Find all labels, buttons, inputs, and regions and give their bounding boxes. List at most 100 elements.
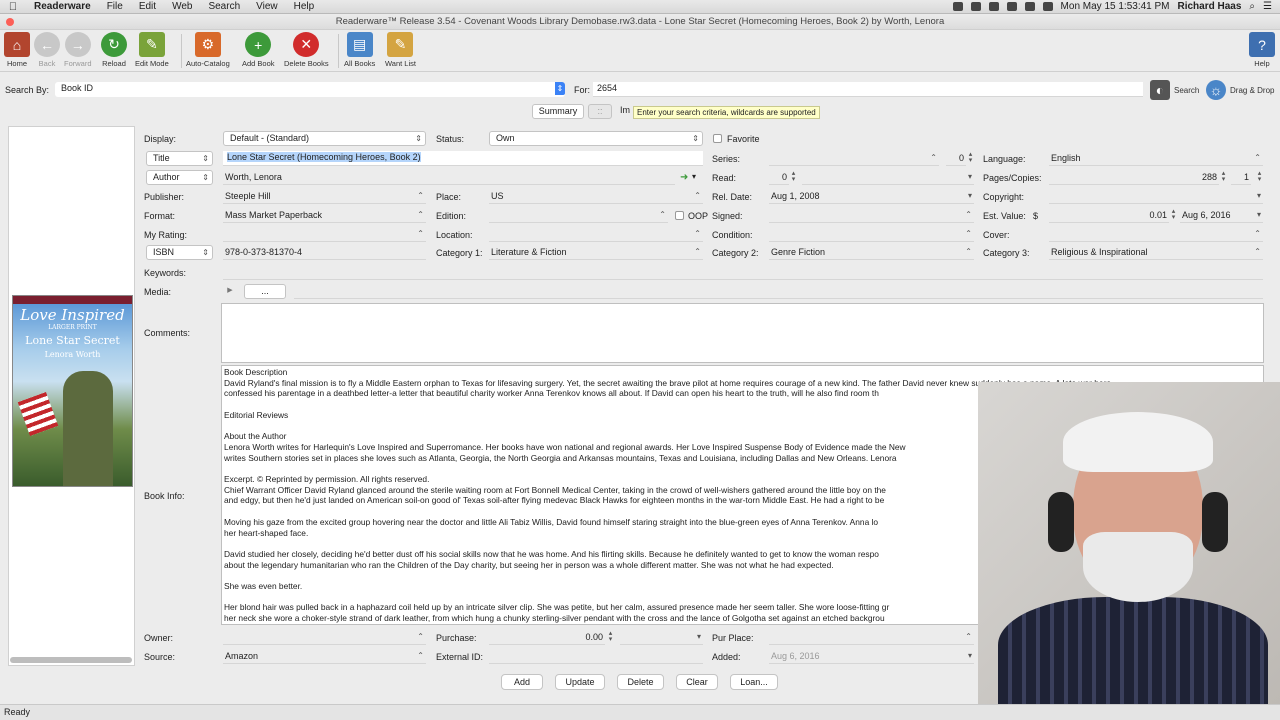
tab-separator[interactable]: :: — [588, 104, 612, 119]
status-icon[interactable] — [970, 2, 981, 11]
copyright-select[interactable] — [1049, 189, 1263, 204]
isbn-input[interactable]: 978-0-373-81370-4 — [223, 245, 426, 260]
status-select[interactable]: Own — [489, 131, 703, 146]
menu-view[interactable]: View — [248, 1, 286, 12]
media-path-input[interactable] — [294, 284, 1263, 299]
copies-stepper[interactable]: ▴ ▾ — [1256, 170, 1263, 184]
isbn-field-select[interactable]: ISBN — [146, 245, 213, 260]
location-select[interactable] — [489, 227, 703, 242]
source-label: Source: — [144, 652, 176, 662]
reldate-select[interactable]: Aug 1, 2008 — [769, 189, 974, 204]
keywords-input[interactable] — [223, 265, 1263, 280]
update-button[interactable]: Update — [555, 674, 605, 690]
category2-select[interactable]: Genre Fiction — [769, 245, 974, 260]
search-input[interactable]: 2654 — [593, 82, 1143, 97]
extid-input[interactable] — [489, 649, 703, 664]
status-icon[interactable] — [1006, 2, 1017, 11]
search-for-label: For: — [574, 85, 591, 95]
purchase-date-select[interactable] — [620, 630, 703, 645]
menu-search[interactable]: Search — [200, 1, 248, 12]
delete-books-button[interactable]: ✕ Delete Books — [284, 32, 329, 68]
pages-stepper[interactable]: ▴ ▾ — [1220, 170, 1227, 184]
menu-app[interactable]: Readerware — [26, 1, 99, 12]
status-icon[interactable] — [952, 2, 963, 11]
horizontal-scrollbar[interactable] — [10, 657, 132, 663]
author-lookup-icon[interactable]: ➜ — [680, 172, 688, 183]
status-icon[interactable] — [988, 2, 999, 11]
forward-button[interactable]: → Forward — [64, 32, 92, 68]
menu-file[interactable]: File — [99, 1, 131, 12]
read-count[interactable]: 0 — [769, 170, 789, 185]
language-select[interactable]: English — [1049, 151, 1263, 166]
edit-mode-button[interactable]: ✎ Edit Mode — [135, 32, 169, 68]
author-field-select[interactable]: Author — [146, 170, 213, 185]
category1-select[interactable]: Literature & Fiction — [489, 245, 703, 260]
menu-help[interactable]: Help — [286, 1, 323, 12]
purplace-select[interactable] — [769, 630, 974, 645]
battery-icon[interactable] — [1042, 2, 1053, 11]
signed-select[interactable] — [769, 208, 974, 223]
category3-select[interactable]: Religious & Inspirational — [1049, 245, 1263, 260]
source-select[interactable]: Amazon — [223, 649, 426, 664]
menu-web[interactable]: Web — [164, 1, 200, 12]
owner-select[interactable] — [223, 630, 426, 645]
reload-button[interactable]: ↻ Reload — [101, 32, 127, 68]
menu-list-icon[interactable]: ☰ — [1263, 1, 1272, 12]
publisher-select[interactable]: Steeple Hill — [223, 189, 426, 204]
auto-catalog-button[interactable]: ⚙ Auto-Catalog — [186, 32, 230, 68]
globe-icon: ☼ — [1206, 80, 1226, 100]
binoculars-icon: ◐ — [1150, 80, 1170, 100]
search-button[interactable]: ◐ Search — [1150, 80, 1199, 100]
series-select[interactable] — [769, 151, 939, 166]
play-icon[interactable]: ▶ — [223, 284, 237, 299]
title-input[interactable]: Lone Star Secret (Homecoming Heroes, Boo… — [223, 151, 703, 166]
add-button[interactable]: Add — [501, 674, 543, 690]
home-button[interactable]: ⌂ Home — [4, 32, 30, 68]
wifi-icon[interactable] — [1024, 2, 1035, 11]
purchase-stepper[interactable]: ▴ ▾ — [607, 630, 614, 644]
media-browse-button[interactable]: ... — [244, 284, 286, 299]
search-by-select[interactable]: Book ID — [55, 82, 565, 97]
comments-textarea[interactable] — [221, 303, 1264, 363]
estvalue-date-select[interactable]: Aug 6, 2016 — [1180, 208, 1263, 223]
loan-button[interactable]: Loan... — [730, 674, 778, 690]
purchase-input[interactable]: 0.00 — [489, 630, 605, 645]
tab-summary[interactable]: Summary — [532, 104, 584, 119]
edition-select[interactable] — [489, 208, 668, 223]
favorite-checkbox[interactable] — [713, 134, 722, 143]
menu-edit[interactable]: Edit — [131, 1, 164, 12]
want-list-button[interactable]: ✎ Want List — [385, 32, 416, 68]
series-number[interactable]: 0 — [946, 151, 966, 166]
close-icon[interactable] — [6, 18, 14, 26]
format-select[interactable]: Mass Market Paperback — [223, 208, 426, 223]
read-stepper[interactable]: ▴ ▾ — [790, 170, 797, 184]
condition-select[interactable] — [769, 227, 974, 242]
series-stepper[interactable]: ▴ ▾ — [967, 151, 974, 165]
estvalue-stepper[interactable]: ▴ ▾ — [1170, 208, 1177, 222]
copies-input[interactable]: 1 — [1231, 170, 1251, 185]
clear-button[interactable]: Clear — [676, 674, 718, 690]
display-select[interactable]: Default - (Standard) — [223, 131, 426, 146]
added-date-select[interactable]: Aug 6, 2016 — [769, 649, 974, 664]
author-input[interactable]: Worth, Lenora — [223, 170, 675, 185]
title-field-select[interactable]: Title — [146, 151, 213, 166]
drag-drop-button[interactable]: ☼ Drag & Drop — [1206, 80, 1274, 100]
place-select[interactable]: US — [489, 189, 703, 204]
help-button[interactable]: ? Help — [1249, 32, 1275, 68]
all-books-button[interactable]: ▤ All Books — [344, 32, 375, 68]
author-arrow-icon[interactable]: ▾ — [692, 172, 696, 181]
delete-button[interactable]: Delete — [617, 674, 664, 690]
add-book-button[interactable]: + Add Book — [242, 32, 275, 68]
spotlight-icon[interactable]: ⌕ — [1249, 1, 1255, 12]
apple-icon[interactable]:  — [0, 1, 26, 13]
rating-select[interactable] — [223, 227, 426, 242]
read-date-select[interactable] — [802, 170, 974, 185]
book-cover-image[interactable]: Love Inspired LARGER PRINT Lone Star Sec… — [12, 295, 133, 487]
cover-select[interactable] — [1049, 227, 1263, 242]
estvalue-input[interactable]: 0.01 — [1049, 208, 1169, 223]
user-name[interactable]: Richard Haas — [1178, 1, 1242, 12]
oop-checkbox[interactable] — [675, 211, 684, 220]
back-button[interactable]: ← Back — [34, 32, 60, 68]
pages-input[interactable]: 288 — [1049, 170, 1219, 185]
clock[interactable]: Mon May 15 1:53:41 PM — [1061, 1, 1170, 12]
